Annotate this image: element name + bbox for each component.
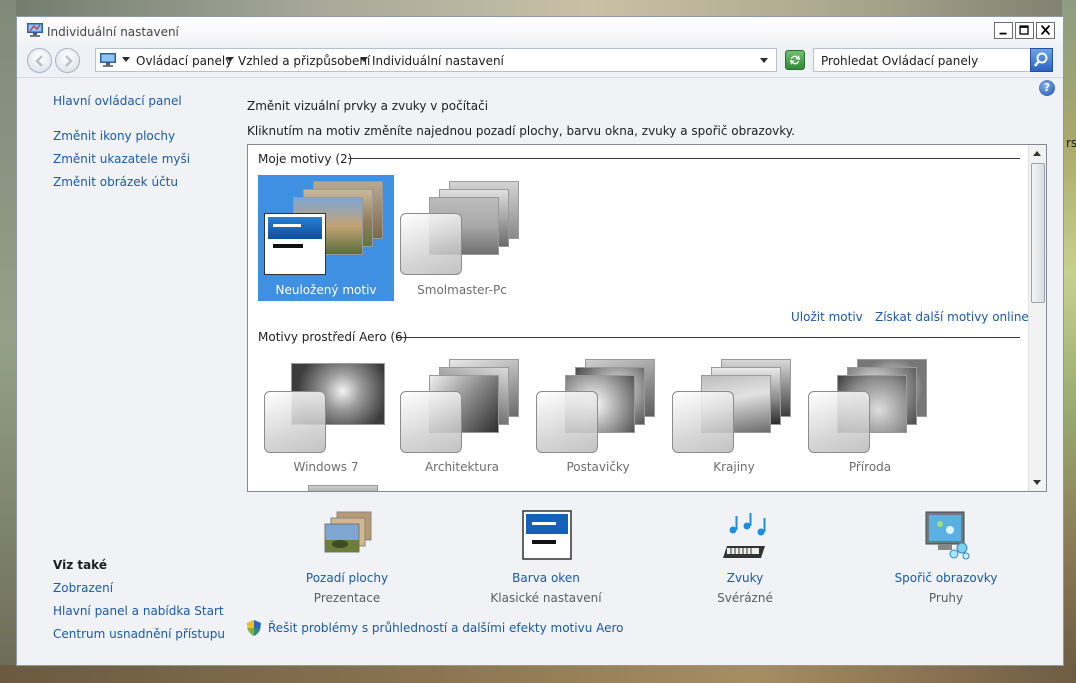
breadcrumb-item-personalization[interactable]: Individuální nastavení bbox=[372, 54, 504, 68]
theme-windows-7[interactable]: Windows 7 bbox=[258, 353, 394, 479]
sidebar-link-account-picture[interactable]: Změnit obrázek účtu bbox=[53, 175, 178, 189]
breadcrumb-arrow-icon[interactable] bbox=[360, 57, 368, 62]
back-arrow-icon bbox=[35, 55, 43, 67]
sidebar-link-taskbar[interactable]: Hlavní panel a nabídka Start bbox=[53, 604, 224, 618]
minimize-icon bbox=[999, 32, 1007, 35]
scroll-up-icon bbox=[1033, 151, 1041, 156]
see-also-heading: Viz také bbox=[53, 558, 107, 572]
vertical-scrollbar[interactable] bbox=[1028, 145, 1046, 491]
window-color-label[interactable]: Barva oken bbox=[466, 571, 626, 585]
forward-arrow-icon bbox=[65, 55, 73, 67]
screensaver-setting[interactable]: Spořič obrazovky Pruhy bbox=[866, 510, 1026, 610]
search-icon bbox=[1034, 52, 1048, 67]
control-panel-icon bbox=[27, 23, 43, 37]
sounds-label[interactable]: Zvuky bbox=[665, 571, 825, 585]
get-more-themes-link[interactable]: Získat další motivy online bbox=[875, 310, 1029, 324]
search-placeholder: Prohledat Ovládací panely bbox=[821, 54, 979, 68]
close-button[interactable] bbox=[1036, 22, 1055, 39]
scroll-up-button[interactable] bbox=[1029, 145, 1046, 162]
my-themes-heading: Moje motivy (2) bbox=[258, 152, 353, 166]
theme-label: Smolmaster-Pc bbox=[417, 283, 507, 297]
page-description: Kliknutím na motiv změníte najednou poza… bbox=[247, 124, 795, 138]
sidebar-link-desktop-icons[interactable]: Změnit ikony plochy bbox=[53, 129, 175, 143]
breadcrumb-arrow-icon[interactable] bbox=[226, 57, 234, 62]
glass-color-preview bbox=[264, 391, 326, 453]
address-bar: Ovládací panely Vzhled a přizpůsobení In… bbox=[17, 45, 1063, 78]
close-icon bbox=[1040, 25, 1051, 36]
refresh-button[interactable] bbox=[785, 50, 805, 70]
theme-label: Windows 7 bbox=[293, 460, 359, 474]
personalization-window: Individuální nastavení Ovládací panely V… bbox=[16, 16, 1064, 666]
desktop-edge-text: rs bbox=[1066, 136, 1076, 150]
sidebar-link-ease-of-access[interactable]: Centrum usnadnění přístupu bbox=[53, 627, 225, 641]
sounds-value: Svérázné bbox=[717, 591, 773, 605]
back-button[interactable] bbox=[27, 48, 52, 73]
troubleshoot-label[interactable]: Řešit problémy s průhledností a dalšími … bbox=[268, 621, 624, 635]
glass-color-preview bbox=[672, 391, 734, 453]
theme-label: Postavičky bbox=[566, 460, 630, 474]
theme-landscapes[interactable]: Krajiny bbox=[666, 353, 802, 479]
desktop-background-icon bbox=[324, 511, 372, 553]
window-color-icon bbox=[522, 510, 572, 560]
desktop-background-value: Prezentace bbox=[313, 591, 381, 605]
scroll-down-button[interactable] bbox=[1029, 474, 1046, 491]
maximize-button[interactable] bbox=[1015, 22, 1034, 39]
breadcrumb-item-control-panel[interactable]: Ovládací panely bbox=[136, 54, 232, 68]
theme-label: Příroda bbox=[848, 460, 892, 474]
desktop-background-bottom bbox=[0, 665, 1076, 683]
sidebar-link-display[interactable]: Zobrazení bbox=[53, 581, 113, 595]
help-icon[interactable]: ? bbox=[1039, 80, 1055, 96]
theme-unsaved[interactable]: Neuložený motiv bbox=[258, 175, 394, 301]
title-bar[interactable]: Individuální nastavení bbox=[17, 17, 1063, 45]
breadcrumb-arrow-icon[interactable] bbox=[122, 57, 130, 62]
forward-button[interactable] bbox=[55, 48, 80, 73]
screensaver-icon bbox=[925, 511, 970, 560]
sounds-icon bbox=[723, 513, 766, 558]
theme-characters[interactable]: Postavičky bbox=[530, 353, 666, 479]
breadcrumb-item-appearance[interactable]: Vzhled a přizpůsobení bbox=[238, 54, 370, 68]
save-theme-link[interactable]: Uložit motiv bbox=[791, 310, 863, 324]
maximize-icon bbox=[1019, 25, 1029, 35]
desktop-background-setting[interactable]: Pozadí plochy Prezentace bbox=[267, 510, 427, 610]
refresh-icon bbox=[790, 55, 800, 65]
window-color-setting[interactable]: Barva oken Klasické nastavení bbox=[466, 510, 626, 610]
sidebar-link-control-panel-home[interactable]: Hlavní ovládací panel bbox=[53, 94, 182, 108]
sidebar-link-mouse-pointers[interactable]: Změnit ukazatele myši bbox=[53, 152, 190, 166]
search-field[interactable]: Prohledat Ovládací panely bbox=[813, 48, 1053, 72]
theme-list[interactable]: Moje motivy (2) Neuložený motiv Smolmast… bbox=[247, 144, 1047, 492]
glass-color-preview bbox=[808, 391, 870, 453]
glass-color-preview bbox=[400, 213, 462, 275]
minimize-button[interactable] bbox=[994, 22, 1013, 39]
group-divider bbox=[397, 337, 1020, 338]
sounds-setting[interactable]: Zvuky Svérázné bbox=[665, 510, 825, 610]
theme-wallpaper-thumb bbox=[308, 485, 378, 491]
theme-architecture[interactable]: Architektura bbox=[394, 353, 530, 479]
scrollbar-thumb[interactable] bbox=[1031, 163, 1045, 303]
theme-smolmaster-pc[interactable]: Smolmaster-Pc bbox=[394, 175, 530, 301]
control-panel-icon bbox=[100, 53, 116, 67]
screensaver-label[interactable]: Spořič obrazovky bbox=[866, 571, 1026, 585]
theme-label: Neuložený motiv bbox=[275, 283, 377, 297]
desktop-background-label[interactable]: Pozadí plochy bbox=[267, 571, 427, 585]
theme-label: Krajiny bbox=[713, 460, 755, 474]
shield-icon bbox=[247, 620, 261, 636]
desktop-background-left bbox=[0, 0, 16, 683]
glass-color-preview bbox=[536, 391, 598, 453]
page-heading: Změnit vizuální prvky a zvuky v počítači bbox=[247, 99, 489, 113]
search-button[interactable] bbox=[1030, 48, 1053, 72]
window-color-preview bbox=[264, 213, 326, 275]
screensaver-value: Pruhy bbox=[928, 591, 964, 605]
theme-label: Architektura bbox=[424, 460, 500, 474]
theme-nature[interactable]: Příroda bbox=[802, 353, 938, 479]
history-dropdown-icon[interactable] bbox=[760, 58, 768, 63]
aero-themes-heading: Motivy prostředí Aero (6) bbox=[258, 330, 408, 344]
glass-color-preview bbox=[400, 391, 462, 453]
window-color-value: Klasické nastavení bbox=[490, 591, 602, 605]
desktop-background-right bbox=[1062, 0, 1076, 683]
scroll-down-icon bbox=[1033, 480, 1041, 485]
window-title: Individuální nastavení bbox=[47, 25, 179, 39]
group-divider bbox=[348, 158, 1020, 159]
breadcrumb[interactable]: Ovládací panely Vzhled a přizpůsobení In… bbox=[95, 48, 777, 72]
